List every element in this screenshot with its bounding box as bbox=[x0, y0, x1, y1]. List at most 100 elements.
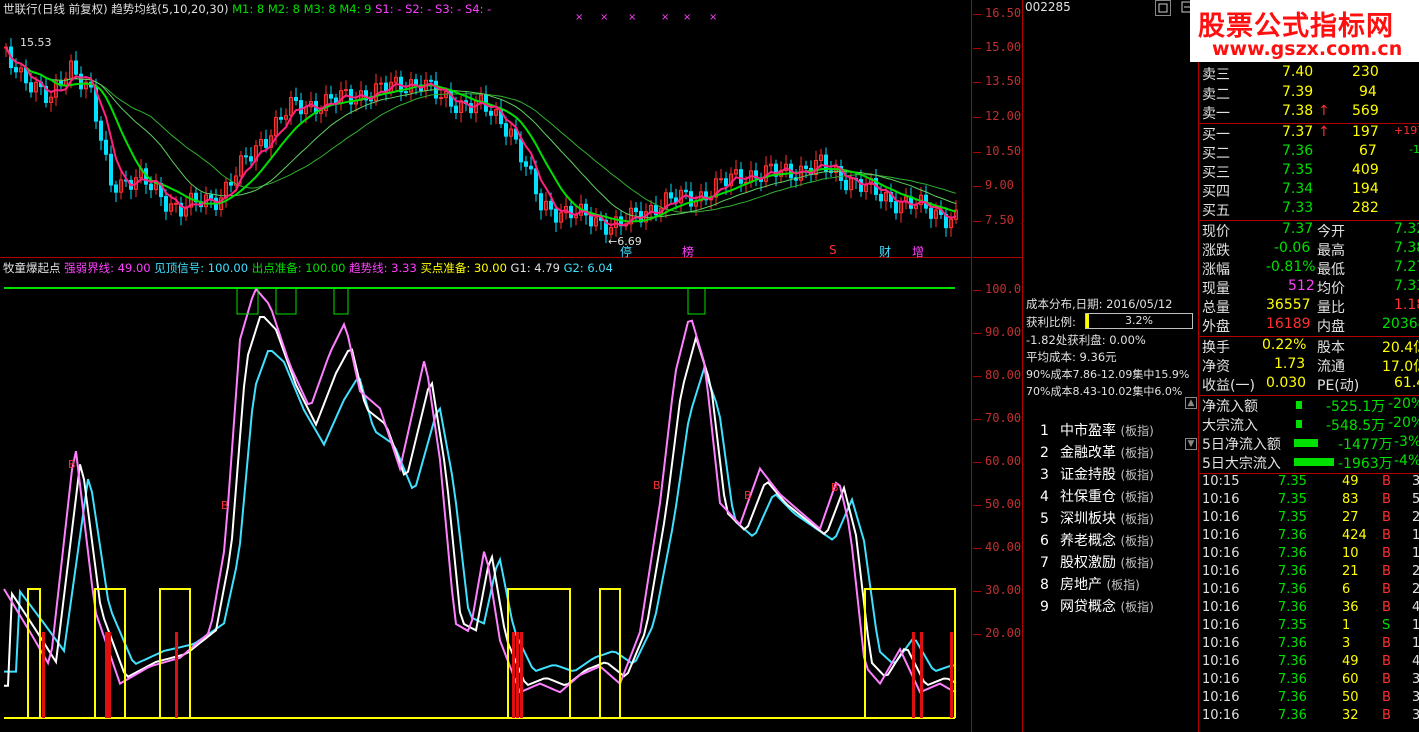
scroll-up-button[interactable]: ▲ bbox=[1185, 397, 1197, 409]
tick-row: 10:16 7.36 6 B 2 bbox=[1202, 582, 1419, 600]
buy-label: 买二 bbox=[1202, 146, 1230, 162]
stat-row: 总量 36557 量比 1.18 bbox=[1202, 297, 1419, 316]
buy-level-2[interactable]: 买二 7.36 67 -1 bbox=[1202, 143, 1419, 162]
tag-s[interactable]: S bbox=[829, 243, 837, 257]
axis-tick bbox=[973, 186, 981, 187]
ind-label: 80.00 bbox=[985, 368, 1022, 382]
tick-side: B bbox=[1382, 528, 1391, 543]
sector-item[interactable]: 2 金融改革 (板指) bbox=[1040, 442, 1154, 462]
axis-tick bbox=[973, 48, 981, 49]
axis-tick bbox=[973, 290, 981, 291]
candle-body bbox=[99, 120, 103, 141]
top-box bbox=[333, 287, 349, 315]
signal-bar bbox=[175, 632, 178, 718]
signal-cross-icon: × bbox=[575, 12, 583, 23]
candle-body bbox=[294, 96, 298, 102]
sector-item[interactable]: 3 证金持股 (板指) bbox=[1040, 464, 1154, 484]
price-label: 16.50 bbox=[985, 6, 1022, 20]
stat-value: 0.030 bbox=[1266, 375, 1307, 391]
candle-body bbox=[209, 194, 213, 199]
tick-row: 10:15 7.35 49 B 3 bbox=[1202, 474, 1419, 492]
tick-time: 10:16 bbox=[1202, 510, 1240, 525]
axis-tick bbox=[973, 152, 981, 153]
buy-price: 7.35 bbox=[1282, 162, 1314, 178]
stat-label: 内盘 bbox=[1317, 319, 1345, 335]
candle-body bbox=[379, 82, 383, 85]
candle-body bbox=[109, 153, 113, 186]
buy-price: 7.34 bbox=[1282, 181, 1314, 197]
tick-price: 7.36 bbox=[1278, 600, 1307, 615]
candle-body bbox=[429, 79, 433, 82]
ma30-line bbox=[5, 46, 957, 213]
tick-time: 10:16 bbox=[1202, 546, 1240, 561]
candle-body bbox=[29, 82, 33, 93]
buy-level-3[interactable]: 买三 7.35 409 bbox=[1202, 162, 1419, 181]
stat-label: 总量 bbox=[1202, 300, 1230, 316]
sector-item[interactable]: 5 深圳板块 (板指) bbox=[1040, 508, 1154, 528]
scroll-down-button[interactable]: ▼ bbox=[1185, 438, 1197, 450]
sector-tag: (板指) bbox=[1120, 424, 1154, 438]
sector-name: 网贷概念 bbox=[1060, 599, 1116, 615]
tick-side: B bbox=[1382, 654, 1391, 669]
tick-side: B bbox=[1382, 510, 1391, 525]
tick-side: B bbox=[1382, 708, 1391, 723]
flow-value: -548.5万 bbox=[1326, 418, 1386, 434]
ind-label: 90.00 bbox=[985, 325, 1022, 339]
toggle-icon[interactable] bbox=[1155, 0, 1171, 16]
flow-row: 大宗流入 -548.5万 -20% bbox=[1202, 415, 1419, 434]
candle-body bbox=[149, 183, 153, 191]
stat-label: 均价 bbox=[1317, 281, 1345, 297]
flow-bar bbox=[1294, 458, 1334, 466]
stat-value: -0.06 bbox=[1274, 240, 1311, 256]
axis-tick bbox=[973, 82, 981, 83]
candle-body bbox=[929, 207, 933, 219]
sell-volume: 230 bbox=[1352, 64, 1379, 80]
tick-time: 10:16 bbox=[1202, 492, 1240, 507]
flow-label: 大宗流入 bbox=[1202, 418, 1258, 434]
signal-bar bbox=[520, 632, 523, 718]
flow-label: 5日净流入额 bbox=[1202, 437, 1281, 453]
buy-change: +197 bbox=[1394, 124, 1419, 137]
sector-item[interactable]: 1 中市盈率 (板指) bbox=[1040, 420, 1154, 440]
sell-level-3[interactable]: 卖三 7.40 230 bbox=[1202, 64, 1419, 83]
tick-count: 3 bbox=[1412, 690, 1419, 705]
ind-label: 60.00 bbox=[985, 454, 1022, 468]
buy-price: 7.37 bbox=[1282, 124, 1314, 140]
tick-volume: 3 bbox=[1342, 636, 1351, 651]
sector-tag: (板指) bbox=[1120, 534, 1154, 548]
stat-value: 61.4 bbox=[1394, 375, 1419, 391]
stat-row: 涨跌 -0.06 最高 7.38 bbox=[1202, 240, 1419, 259]
sector-item[interactable]: 8 房地产 (板指) bbox=[1040, 574, 1140, 594]
sector-name: 社保重仓 bbox=[1060, 489, 1116, 505]
tick-side: B bbox=[1382, 546, 1391, 561]
tick-price: 7.36 bbox=[1278, 708, 1307, 723]
candle-body bbox=[104, 139, 108, 155]
buy-label: 买三 bbox=[1202, 165, 1230, 181]
indicator-chart[interactable]: 牧童爆起点 强弱界线: 49.00 见顶信号: 100.00 出点准备: 100… bbox=[0, 258, 972, 732]
sell-price: 7.40 bbox=[1282, 64, 1314, 80]
sector-item[interactable]: 7 股权激励 (板指) bbox=[1040, 552, 1154, 572]
buy-level-4[interactable]: 买四 7.34 194 bbox=[1202, 181, 1419, 200]
weak-strong-line bbox=[3, 287, 957, 694]
ma20-line bbox=[5, 46, 957, 218]
buy-level-1[interactable]: 买一 7.37 ↑ 197 +197 bbox=[1202, 124, 1419, 143]
candle-body bbox=[264, 138, 268, 148]
tick-list[interactable]: 10:15 7.35 49 B 3 10:16 7.35 83 B 5 10:16 7.35 27 B 2 1… bbox=[1202, 474, 1419, 732]
kline-plot: × × × × × × bbox=[4, 12, 958, 244]
sell-level-1[interactable]: 卖一 7.38 ↑ 569 bbox=[1202, 103, 1419, 122]
tick-volume: 50 bbox=[1342, 690, 1359, 705]
buy-volume: 409 bbox=[1352, 162, 1379, 178]
kline-chart[interactable]: 世联行(日线 前复权) 趋势均线(5,10,20,30) M1: 8 M2: 8… bbox=[0, 0, 972, 259]
tick-price: 7.36 bbox=[1278, 546, 1307, 561]
sell-level-2[interactable]: 卖二 7.39 94 bbox=[1202, 84, 1419, 103]
tick-price: 7.36 bbox=[1278, 636, 1307, 651]
stat-value: 20.4亿 bbox=[1382, 340, 1419, 356]
candle-body bbox=[439, 97, 443, 100]
tick-row: 10:16 7.35 1 S 1 bbox=[1202, 618, 1419, 636]
axis-tick bbox=[973, 221, 981, 222]
sector-item[interactable]: 4 社保重仓 (板指) bbox=[1040, 486, 1154, 506]
sector-item[interactable]: 9 网贷概念 (板指) bbox=[1040, 596, 1154, 616]
sector-item[interactable]: 6 养老概念 (板指) bbox=[1040, 530, 1154, 550]
sector-index: 6 bbox=[1040, 533, 1049, 549]
buy-level-5[interactable]: 买五 7.33 282 bbox=[1202, 200, 1419, 219]
